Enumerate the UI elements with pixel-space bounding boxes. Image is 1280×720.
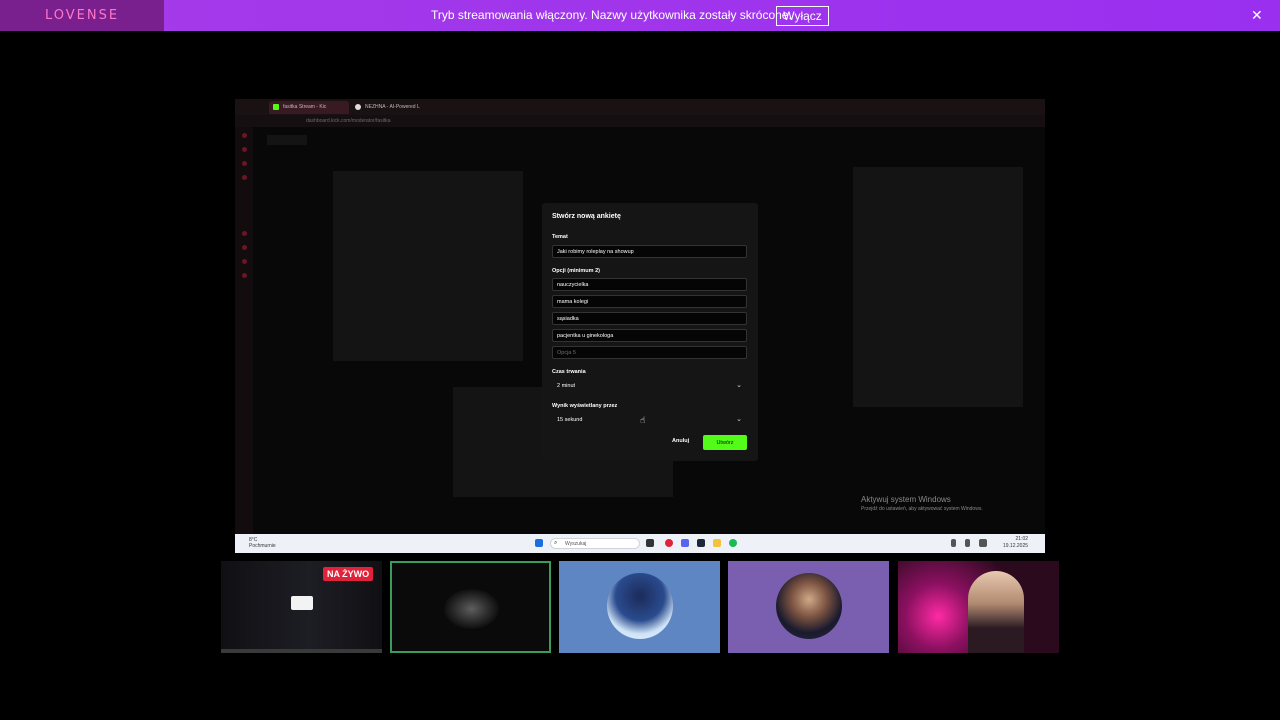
- duration-select[interactable]: 2 minut ⌄: [552, 380, 747, 393]
- dashboard-chat-panel: [853, 167, 1023, 407]
- watermark-subtitle: Przejdź do ustawień, aby aktywować syste…: [861, 506, 983, 512]
- volume-icon[interactable]: [979, 539, 987, 547]
- sidebar-app-icon[interactable]: [242, 147, 247, 152]
- user-avatar: [607, 573, 673, 639]
- tab-label: NEZHNA - AI-Powered L: [365, 104, 420, 110]
- preview-taskbar: [221, 649, 382, 653]
- kick-favicon-icon: [273, 104, 279, 110]
- sidebar-app-icon[interactable]: [242, 259, 247, 264]
- result-display-value: 15 sekund: [557, 417, 583, 423]
- poll-option-input[interactable]: mama kolegi: [552, 295, 747, 308]
- lovense-logo: LOVENSE: [44, 8, 120, 23]
- windows-activation-watermark: Aktywuj system Windows Przejdź do ustawi…: [861, 495, 983, 512]
- watermark-title: Aktywuj system Windows: [861, 495, 951, 504]
- create-poll-label: Utwórz: [716, 439, 734, 446]
- nezhna-favicon-icon: [355, 104, 361, 110]
- sidebar-app-icon[interactable]: [242, 133, 247, 138]
- microphone-icon[interactable]: [965, 539, 970, 547]
- browser-tab-kick[interactable]: fasitka Stream - Kic: [269, 101, 349, 114]
- sidebar-app-icon[interactable]: [242, 231, 247, 236]
- discord-icon[interactable]: [681, 539, 689, 547]
- chevron-down-icon: ⌄: [736, 416, 742, 423]
- webcam-tile-streamer: [898, 561, 1059, 653]
- banner-message: Tryb streamowania włączony. Nazwy użytko…: [431, 8, 792, 22]
- webcam-tile-screen: NA ŻYWO: [221, 561, 382, 653]
- clock-date: 19.12.2025: [1003, 543, 1029, 549]
- windows-start-icon[interactable]: [535, 539, 543, 547]
- sidebar-app-icon[interactable]: [242, 245, 247, 250]
- modal-title: Stwórz nową ankietę: [552, 213, 621, 220]
- sidebar-app-icon[interactable]: [242, 273, 247, 278]
- tray-chevron-icon[interactable]: [951, 539, 956, 547]
- sidebar-app-icon[interactable]: [242, 175, 247, 180]
- steam-icon[interactable]: [697, 539, 705, 547]
- sidebar-app-icon[interactable]: [242, 161, 247, 166]
- taskbar-search[interactable]: ⌕ Wyszukaj: [550, 538, 640, 549]
- result-display-select[interactable]: 15 sekund ⌄: [552, 414, 747, 427]
- webcam-tile-active-speaker: [390, 561, 551, 653]
- url-text: dashboard.kick.com/moderator/fasitka: [306, 118, 391, 124]
- create-poll-modal: Stwórz nową ankietę Temat Jaki robimy ro…: [542, 203, 758, 461]
- dashboard-logo-block: [267, 135, 307, 145]
- topic-label: Temat: [552, 234, 568, 240]
- disable-streaming-mode-button[interactable]: Wyłącz: [776, 6, 829, 26]
- streaming-mode-banner: LOVENSE Tryb streamowania włączony. Nazw…: [0, 0, 1280, 31]
- cancel-button[interactable]: Anuluj: [672, 438, 689, 444]
- dark-camera-feed: [444, 589, 499, 629]
- file-explorer-icon[interactable]: [713, 539, 721, 547]
- spotify-icon[interactable]: [729, 539, 737, 547]
- options-label: Opcji (minimum 2): [552, 268, 600, 274]
- clock-time: 21:02: [1015, 536, 1029, 542]
- webcam-tile-avatar: [728, 561, 889, 653]
- poll-option-input-empty[interactable]: Opcja 5: [552, 346, 747, 359]
- search-icon: ⌕: [554, 540, 558, 546]
- search-placeholder: Wyszukaj: [565, 541, 587, 547]
- browser-tab-nezhna[interactable]: NEZHNA - AI-Powered L: [351, 101, 429, 114]
- browser-address-bar[interactable]: dashboard.kick.com/moderator/fasitka: [235, 115, 1045, 127]
- poll-option-input[interactable]: pacjentka u ginekologa: [552, 329, 747, 342]
- browser-tab-bar: fasitka Stream - Kic NEZHNA - AI-Powered…: [235, 99, 1045, 115]
- poll-option-input[interactable]: nauczycielka: [552, 278, 747, 291]
- weather-desc: Pochmurnie: [249, 543, 276, 549]
- windows-taskbar: 8°C Pochmurnie ⌕ Wyszukaj 21:02 19.12.20…: [235, 534, 1045, 553]
- task-view-icon[interactable]: [646, 539, 654, 547]
- tab-label: fasitka Stream - Kic: [283, 104, 327, 110]
- weather-widget[interactable]: 8°C Pochmurnie: [249, 537, 276, 549]
- mouse-cursor-icon: ☝: [640, 415, 646, 425]
- user-avatar: [776, 573, 842, 639]
- dashboard-panel: [333, 171, 523, 361]
- chevron-down-icon: ⌄: [736, 382, 742, 389]
- duration-label: Czas trwania: [552, 369, 586, 375]
- webcam-tile-avatar: [559, 561, 720, 653]
- result-display-label: Wynik wyświetlany przez: [552, 403, 618, 409]
- lovense-logo-box: LOVENSE: [0, 0, 164, 31]
- streamer-figure: [968, 571, 1024, 653]
- opera-icon[interactable]: [665, 539, 673, 547]
- preview-window: [291, 596, 313, 610]
- taskbar-clock[interactable]: 21:02 19.12.2025: [1003, 536, 1028, 550]
- browser-sidebar: [235, 127, 253, 534]
- create-poll-button[interactable]: Utwórz: [703, 435, 747, 450]
- live-badge: NA ŻYWO: [323, 567, 374, 581]
- topic-input[interactable]: Jaki robimy roleplay na showup: [552, 245, 747, 258]
- duration-value: 2 minut: [557, 383, 576, 389]
- poll-option-input[interactable]: sąsiadka: [552, 312, 747, 325]
- close-icon[interactable]: ✕: [1251, 7, 1263, 24]
- stream-scene: LOVENSE Tryb streamowania włączony. Nazw…: [0, 0, 1280, 720]
